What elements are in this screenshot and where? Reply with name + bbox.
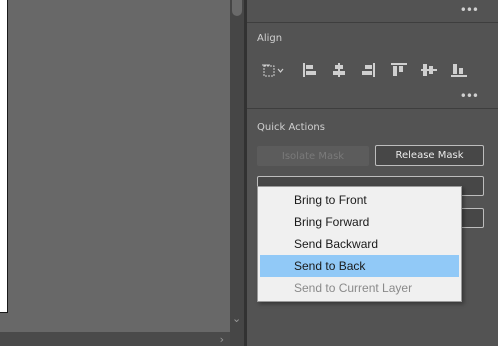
more-options-icon[interactable]: ••• — [460, 90, 479, 102]
align-toolbar — [259, 60, 477, 80]
menu-item-send-to-current-layer[interactable]: Send to Current Layer — [260, 277, 459, 299]
quick-actions-section-title: Quick Actions — [257, 122, 325, 133]
vertical-scroll-thumb[interactable] — [232, 0, 242, 16]
vertical-align-top-icon[interactable] — [387, 60, 411, 80]
horizontal-align-center-icon[interactable] — [327, 60, 351, 80]
vertical-align-center-icon[interactable] — [417, 60, 441, 80]
section-divider — [247, 108, 498, 109]
align-section-title: Align — [257, 33, 283, 44]
vertical-align-bottom-icon[interactable] — [447, 60, 471, 80]
release-mask-button[interactable]: Release Mask — [375, 145, 484, 166]
scrollbar-corner — [230, 332, 244, 346]
scroll-down-icon[interactable]: ⌄ — [232, 312, 241, 325]
more-options-icon[interactable]: ••• — [460, 4, 479, 16]
vertical-scrollbar[interactable]: ⌄ — [230, 0, 244, 332]
horizontal-scrollbar[interactable]: › — [0, 332, 230, 346]
menu-item-bring-to-front[interactable]: Bring to Front — [260, 189, 459, 211]
artboard[interactable] — [0, 0, 8, 313]
menu-item-send-backward[interactable]: Send Backward — [260, 233, 459, 255]
menu-item-send-to-back[interactable]: Send to Back — [260, 255, 459, 277]
align-to-icon[interactable] — [259, 60, 289, 80]
horizontal-align-left-icon[interactable] — [297, 60, 321, 80]
canvas-area[interactable] — [0, 0, 230, 332]
isolate-mask-button[interactable]: Isolate Mask — [257, 146, 369, 166]
menu-item-bring-forward[interactable]: Bring Forward — [260, 211, 459, 233]
scroll-right-icon[interactable]: › — [220, 333, 224, 346]
horizontal-align-right-icon[interactable] — [357, 60, 381, 80]
arrange-context-menu: Bring to Front Bring Forward Send Backwa… — [257, 186, 462, 302]
section-divider — [247, 22, 498, 23]
